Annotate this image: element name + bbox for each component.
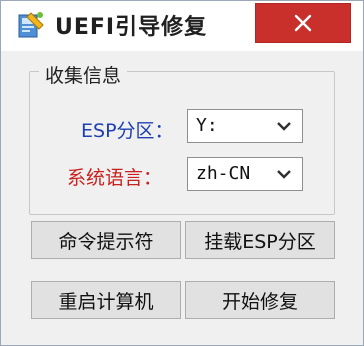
close-button[interactable] (255, 3, 351, 43)
client-area: 收集信息 ESP分区： Y: 系统语言： zh-CN 命令提示符 挂载ESP分区… (11, 53, 353, 339)
collect-info-group (29, 71, 335, 215)
command-prompt-button[interactable]: 命令提示符 (31, 221, 181, 259)
chevron-down-icon (277, 170, 291, 179)
system-language-select[interactable]: zh-CN (187, 157, 303, 191)
esp-partition-select[interactable]: Y: (187, 109, 303, 143)
system-language-value: zh-CN (196, 163, 251, 184)
system-language-label: 系统语言： (67, 167, 163, 189)
esp-partition-label: ESP分区： (81, 120, 174, 142)
reboot-button[interactable]: 重启计算机 (31, 281, 181, 319)
chevron-down-icon (277, 122, 291, 131)
mount-esp-button[interactable]: 挂载ESP分区 (185, 221, 335, 259)
group-title: 收集信息 (39, 61, 128, 88)
title-bar[interactable]: UEFI引导修复 (1, 1, 363, 51)
repair-tool-icon (17, 11, 45, 39)
app-window: UEFI引导修复 收集信息 ESP分区： Y: 系统语言： zh-CN 命令提示… (0, 0, 364, 346)
esp-partition-value: Y: (196, 115, 218, 136)
close-icon (294, 14, 312, 32)
start-repair-button[interactable]: 开始修复 (185, 281, 335, 319)
window-title: UEFI引导修复 (55, 15, 208, 40)
